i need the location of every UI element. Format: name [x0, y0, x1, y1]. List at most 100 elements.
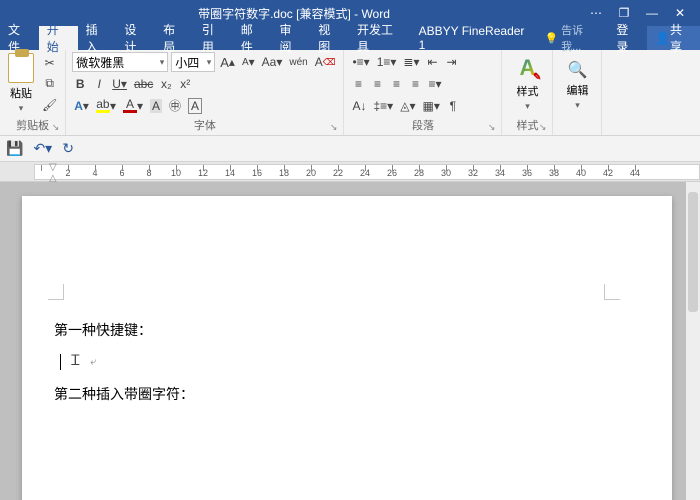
ruler-tick: [365, 165, 366, 171]
ruler-tick: [635, 165, 636, 171]
tab-developer[interactable]: 开发工具: [349, 26, 411, 50]
highlight-icon: ab: [96, 98, 110, 113]
redo-icon: ↻: [62, 140, 74, 156]
tab-abbyy[interactable]: ABBYY FineReader 1: [411, 26, 537, 50]
ruler-tick: [473, 165, 474, 171]
text-effects-icon: A: [74, 99, 83, 113]
borders-icon: ▦: [422, 99, 433, 113]
tab-design[interactable]: 设计: [116, 26, 155, 50]
ruler-area: ▽ △ 246810121416182022242628303234363840…: [0, 162, 700, 182]
phonetic-icon: wén: [289, 57, 307, 68]
group-editing: 🔍 编辑 ▾: [553, 50, 602, 135]
subscript-button[interactable]: x₂: [158, 75, 174, 93]
ruler-tick: [176, 165, 177, 171]
ruler-tick: [41, 165, 42, 171]
scrollbar-thumb[interactable]: [688, 192, 698, 312]
increase-indent-button[interactable]: ⇥: [444, 53, 460, 71]
show-marks-button[interactable]: ¶: [445, 97, 461, 115]
char-border-icon: A: [188, 98, 202, 114]
styles-launcher[interactable]: ↘: [539, 122, 547, 133]
horizontal-ruler[interactable]: ▽ △ 246810121416182022242628303234363840…: [34, 164, 700, 180]
bold-button[interactable]: B: [72, 75, 88, 93]
text-line[interactable]: 第二种插入带圈字符：: [54, 378, 612, 410]
format-painter-button[interactable]: 🖌: [40, 96, 59, 114]
align-left-icon: ≡: [355, 77, 362, 91]
underline-icon: U: [112, 77, 121, 91]
change-case-button[interactable]: Aa▾: [260, 53, 285, 71]
decrease-indent-button[interactable]: ⇤: [425, 53, 441, 71]
align-right-button[interactable]: ≡: [388, 75, 404, 93]
window-options-button[interactable]: ⋯: [582, 6, 610, 20]
superscript-button[interactable]: x²: [177, 75, 193, 93]
paragraph-launcher[interactable]: ↘: [488, 122, 496, 133]
styles-button[interactable]: A✎ 样式 ▾: [506, 52, 548, 115]
window-restore-button[interactable]: ❐: [610, 6, 638, 20]
share-button[interactable]: 👤 共享: [647, 26, 700, 50]
tab-layout[interactable]: 布局: [155, 26, 194, 50]
tab-references[interactable]: 引用: [194, 26, 233, 50]
group-font: 微软雅黑▾ 小四▾ A▴ A▾ Aa▾ wén A⌫ B I U▾ abc x₂…: [66, 50, 344, 135]
sort-button[interactable]: A↓: [350, 97, 368, 115]
undo-button[interactable]: ↶▾: [33, 140, 52, 157]
font-launcher[interactable]: ↘: [330, 122, 338, 133]
save-button[interactable]: 💾: [6, 140, 23, 157]
character-border-button[interactable]: A: [186, 97, 204, 115]
font-color-button[interactable]: A▾: [121, 97, 145, 115]
grow-font-button[interactable]: A▴: [218, 53, 237, 71]
paint-bucket-icon: ◬: [400, 99, 409, 113]
window-minimize-button[interactable]: —: [638, 6, 666, 20]
tab-mailings[interactable]: 邮件: [233, 26, 272, 50]
pilcrow-icon: ¶: [450, 99, 456, 113]
tab-home[interactable]: 开始: [39, 26, 78, 50]
page[interactable]: 第一种快捷键： Ꮖ ⤶ 第二种插入带圈字符：: [22, 196, 672, 500]
clear-format-icon: A: [315, 55, 323, 69]
text-line[interactable]: Ꮖ ⤶: [54, 346, 612, 378]
first-line-indent-marker[interactable]: ▽: [49, 162, 57, 173]
align-left-button[interactable]: ≡: [350, 75, 366, 93]
multilevel-list-button[interactable]: ≣▾: [401, 53, 421, 71]
clear-formatting-button[interactable]: A⌫: [313, 53, 338, 71]
document-content[interactable]: 第一种快捷键： Ꮖ ⤶ 第二种插入带圈字符：: [54, 314, 612, 411]
tell-me-box[interactable]: 💡告诉我...: [536, 26, 608, 50]
distributed-button[interactable]: ≡▾: [426, 75, 443, 93]
group-styles-label: 样式: [516, 120, 538, 132]
shrink-font-button[interactable]: A▾: [240, 53, 257, 71]
paste-button[interactable]: 粘贴 ▾: [4, 52, 38, 115]
highlight-button[interactable]: ab▾: [94, 97, 118, 115]
share-label: 共享: [670, 21, 692, 55]
strikethrough-button[interactable]: abc: [132, 75, 155, 93]
numbering-button[interactable]: 1≡▾: [375, 53, 399, 71]
window-close-button[interactable]: ✕: [666, 6, 694, 20]
underline-button[interactable]: U▾: [110, 75, 129, 93]
brush-icon: 🖌: [42, 98, 57, 112]
text-line[interactable]: 第一种快捷键：: [54, 314, 612, 346]
tab-review[interactable]: 审阅: [271, 26, 310, 50]
line-spacing-button[interactable]: ‡≡▾: [371, 97, 395, 115]
align-center-button[interactable]: ≡: [369, 75, 385, 93]
cut-button[interactable]: ✂: [40, 54, 59, 72]
signin-button[interactable]: 登录: [608, 26, 647, 50]
phonetic-guide-button[interactable]: wén: [287, 53, 309, 71]
italic-button[interactable]: I: [91, 75, 107, 93]
font-name-combo[interactable]: 微软雅黑▾: [72, 52, 168, 72]
tab-insert[interactable]: 插入: [78, 26, 117, 50]
window-title: 带圈字符数字.doc [兼容模式] - Word: [198, 5, 390, 22]
editing-button[interactable]: 🔍 编辑 ▾: [557, 52, 597, 119]
clipboard-launcher[interactable]: ↘: [52, 122, 60, 133]
clipboard-icon: [8, 53, 34, 83]
tab-view[interactable]: 视图: [310, 26, 349, 50]
redo-button[interactable]: ↻: [62, 140, 74, 157]
tab-file[interactable]: 文件: [0, 26, 39, 50]
bullets-button[interactable]: •≡▾: [350, 53, 371, 71]
group-paragraph-label: 段落: [412, 120, 434, 132]
copy-button[interactable]: ⧉: [40, 75, 59, 93]
font-size-combo[interactable]: 小四▾: [171, 52, 215, 72]
borders-button[interactable]: ▦▾: [420, 97, 441, 115]
text-effects-button[interactable]: A▾: [72, 97, 91, 115]
chevron-down-icon: ▾: [19, 103, 24, 114]
vertical-scrollbar[interactable]: [686, 182, 700, 500]
enclose-characters-button[interactable]: ㊥: [167, 97, 183, 115]
character-shading-button[interactable]: A: [148, 97, 164, 115]
shading-button[interactable]: ◬▾: [398, 97, 417, 115]
justify-button[interactable]: ≡: [407, 75, 423, 93]
